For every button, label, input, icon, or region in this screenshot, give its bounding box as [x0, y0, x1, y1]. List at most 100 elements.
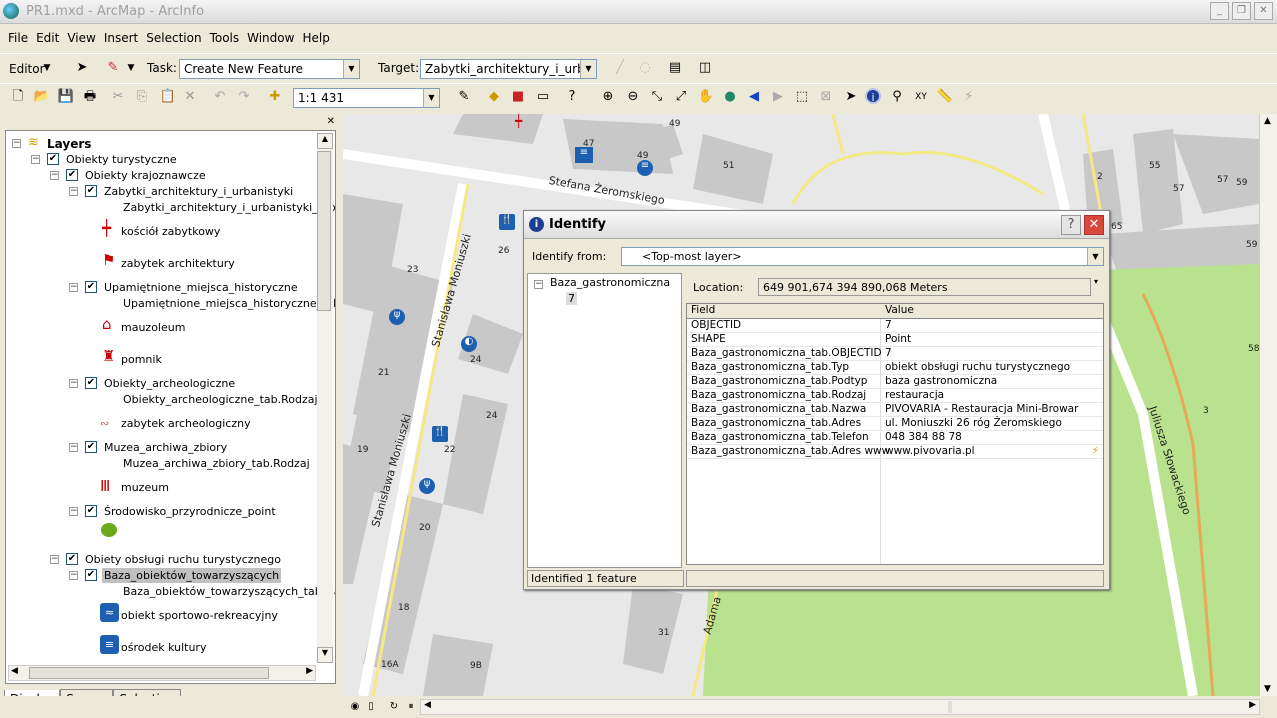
table-row[interactable]: Baza_gastronomiczna_tab.Adres ul. Moniusz…: [687, 417, 1103, 431]
menu-file[interactable]: File: [4, 28, 32, 48]
scroll-right-icon[interactable]: ▶: [1249, 700, 1256, 710]
scroll-left-icon[interactable]: ◀: [11, 666, 18, 676]
hyperlink-icon[interactable]: ⚡: [1092, 445, 1099, 457]
collapse-icon[interactable]: −: [69, 443, 78, 452]
restaurant-marker-icon[interactable]: ψ: [419, 478, 435, 494]
collapse-icon[interactable]: −: [534, 280, 543, 289]
tree-layer[interactable]: Baza_gastronomiczna: [550, 276, 670, 289]
collapse-icon[interactable]: −: [50, 555, 59, 564]
collapse-icon[interactable]: −: [69, 283, 78, 292]
chevron-down-icon[interactable]: ▼: [122, 59, 140, 77]
toc-root[interactable]: Layers: [47, 137, 91, 151]
select-features-icon[interactable]: ⬚: [793, 88, 811, 106]
sketch-properties-icon[interactable]: ◫: [696, 59, 714, 77]
menu-insert[interactable]: Insert: [100, 28, 142, 48]
copy-icon[interactable]: ⎘: [133, 88, 151, 106]
header-value[interactable]: Value: [885, 304, 914, 316]
chevron-down-icon[interactable]: ▼: [38, 59, 56, 77]
forward-extent-icon[interactable]: ▶: [769, 88, 787, 106]
pause-drawing-icon[interactable]: ⏸: [402, 698, 420, 716]
menu-window[interactable]: Window: [243, 28, 298, 48]
close-button[interactable]: ✕: [1254, 2, 1273, 20]
layer-checkbox[interactable]: ✔: [85, 281, 97, 293]
culture-marker-icon[interactable]: ≡: [575, 147, 593, 163]
layer-checkbox[interactable]: ✔: [47, 153, 59, 165]
location-dropdown-icon[interactable]: ▾: [1094, 277, 1098, 286]
cafe-marker-icon[interactable]: ◐: [461, 336, 477, 352]
task-select[interactable]: Create New Feature ▼: [179, 59, 360, 79]
toc-item[interactable]: Obiekty turystyczne: [66, 153, 177, 166]
scroll-thumb[interactable]: [317, 151, 331, 311]
back-extent-icon[interactable]: ◀: [745, 88, 763, 106]
toc-item[interactable]: Upamiętnione_miejsca_historyczne: [104, 281, 298, 294]
scroll-left-icon[interactable]: ◀: [424, 700, 431, 710]
layer-checkbox[interactable]: ✔: [85, 569, 97, 581]
select-elements-icon[interactable]: ➤: [842, 88, 860, 106]
zoom-in-icon[interactable]: ⊕: [599, 88, 617, 106]
pan-icon[interactable]: ✋: [697, 88, 715, 106]
scroll-up-icon[interactable]: ▲: [1264, 116, 1271, 126]
fixed-zoom-in-icon[interactable]: ⤡: [648, 88, 666, 106]
undo-icon[interactable]: ↶: [211, 88, 229, 106]
hyperlink-icon[interactable]: ⚡: [960, 88, 978, 106]
toc-item[interactable]: Obiety obsługi ruchu turystycznego: [85, 553, 281, 566]
scroll-down-icon[interactable]: ▼: [317, 647, 333, 663]
table-row[interactable]: Baza_gastronomiczna_tab.Telefon 048 384 8…: [687, 431, 1103, 445]
map-horizontal-scrollbar[interactable]: ◀ ▶: [420, 699, 1260, 715]
measure-icon[interactable]: 📏: [936, 88, 954, 106]
open-icon[interactable]: 📂: [33, 88, 51, 106]
restaurant-marker-icon[interactable]: 🍴: [432, 426, 448, 442]
collapse-icon[interactable]: −: [69, 507, 78, 516]
print-icon[interactable]: 🖶: [81, 88, 99, 106]
toc-item[interactable]: Muzea_archiwa_zbiory: [104, 441, 227, 454]
menu-help[interactable]: Help: [298, 28, 333, 48]
help-button[interactable]: ?: [1061, 215, 1081, 235]
layer-checkbox[interactable]: ✔: [85, 441, 97, 453]
maximize-button[interactable]: ❐: [1232, 2, 1251, 20]
toc-horizontal-scrollbar[interactable]: ◀ ▶: [8, 665, 316, 681]
menu-tools[interactable]: Tools: [206, 28, 244, 48]
toc-vertical-scrollbar[interactable]: ▲ ▼: [317, 133, 333, 663]
save-icon[interactable]: 💾: [57, 88, 75, 106]
table-row[interactable]: Baza_gastronomiczna_tab.Podtyp baza gastr…: [687, 375, 1103, 389]
paste-icon[interactable]: 📋: [159, 88, 177, 106]
collapse-icon[interactable]: −: [31, 155, 40, 164]
close-dialog-button[interactable]: ✕: [1084, 215, 1104, 235]
map-vertical-scrollbar[interactable]: ▲ ▼: [1259, 114, 1277, 696]
menu-view[interactable]: View: [63, 28, 99, 48]
table-row[interactable]: Baza_gastronomiczna_tab.Typ obiekt obsług…: [687, 361, 1103, 375]
toc-item[interactable]: Obiekty_archeologiczne: [104, 377, 235, 390]
sketch-tool-icon[interactable]: ✎: [104, 59, 122, 77]
layer-checkbox[interactable]: ✔: [66, 169, 78, 181]
scale-select[interactable]: 1:1 431 ▼: [293, 88, 440, 108]
table-row[interactable]: Baza_gastronomiczna_tab.Nazwa PIVOVARIA -…: [687, 403, 1103, 417]
identify-icon[interactable]: i: [865, 88, 881, 104]
collapse-icon[interactable]: −: [12, 139, 21, 148]
scroll-right-icon[interactable]: ▶: [306, 666, 313, 676]
layer-checkbox[interactable]: ✔: [85, 505, 97, 517]
rotate-tool-icon[interactable]: ◌: [636, 59, 654, 77]
restaurant-marker-icon[interactable]: 🍴: [499, 214, 515, 230]
full-extent-icon[interactable]: ●: [721, 88, 739, 106]
attributes-icon[interactable]: ▤: [666, 59, 684, 77]
close-toc-icon[interactable]: ✕: [327, 116, 335, 127]
identify-from-select[interactable]: <Top-most layer> ▼: [621, 247, 1104, 266]
editor-toolbar-icon[interactable]: ✎: [455, 88, 473, 106]
culture-marker-icon[interactable]: ≡: [637, 160, 653, 176]
table-row[interactable]: SHAPE Point: [687, 333, 1103, 347]
minimize-button[interactable]: _: [1210, 2, 1229, 20]
collapse-icon[interactable]: −: [69, 187, 78, 196]
h-scroll-thumb[interactable]: [29, 667, 269, 679]
split-tool-icon[interactable]: ╱: [611, 59, 629, 77]
cut-icon[interactable]: ✂: [109, 88, 127, 106]
layer-checkbox[interactable]: ✔: [85, 185, 97, 197]
table-row[interactable]: Baza_gastronomiczna_tab.OBJECTID 7: [687, 347, 1103, 361]
layer-checkbox[interactable]: ✔: [85, 377, 97, 389]
collapse-icon[interactable]: −: [50, 171, 59, 180]
delete-icon[interactable]: ✕: [181, 88, 199, 106]
whats-this-icon[interactable]: ?: [563, 88, 581, 106]
toc-item[interactable]: Obiekty krajoznawcze: [85, 169, 206, 182]
menu-selection[interactable]: Selection: [142, 28, 205, 48]
scroll-up-icon[interactable]: ▲: [317, 133, 333, 149]
layout-view-icon[interactable]: ▯: [362, 698, 380, 716]
